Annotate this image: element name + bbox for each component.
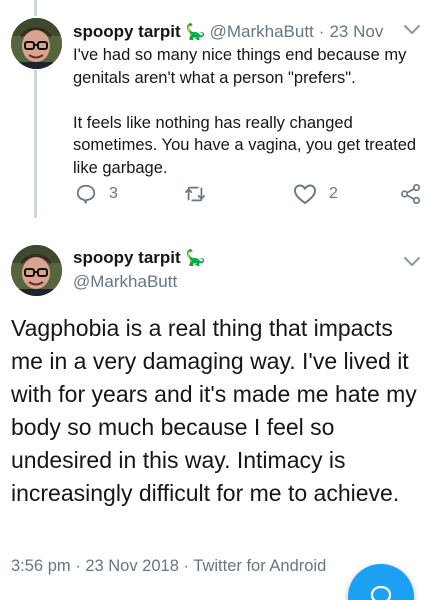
tweet-paragraph: I've had so many nice things end because… <box>73 46 407 87</box>
tweet-actions: 3 2 <box>73 183 423 209</box>
like-count: 2 <box>329 185 338 202</box>
user-handle[interactable]: @MarkhaButt <box>210 22 314 42</box>
retweet-button[interactable] <box>183 183 219 205</box>
tweet-text: Vagphobia is a real thing that impacts m… <box>11 315 417 506</box>
tweet-header: spoopy tarpit 🦕 <box>73 248 210 268</box>
chevron-down-icon[interactable] <box>403 20 421 38</box>
tweet-client[interactable]: Twitter for Android <box>193 557 326 575</box>
dinosaur-emoji: 🦕 <box>185 24 206 41</box>
user-handle[interactable]: @MarkhaButt <box>73 272 177 292</box>
display-name[interactable]: spoopy tarpit <box>73 248 181 268</box>
thread-connector <box>34 70 37 218</box>
compose-button[interactable] <box>348 564 414 600</box>
share-icon <box>400 183 422 205</box>
like-button[interactable]: 2 <box>293 183 338 205</box>
tweet-time: 3:56 pm <box>11 557 71 575</box>
avatar[interactable] <box>11 18 62 69</box>
tweet-full-date: 23 Nov 2018 <box>85 557 179 575</box>
avatar[interactable] <box>11 245 62 296</box>
tweet-date[interactable]: 23 Nov <box>329 22 383 42</box>
share-button[interactable] <box>400 183 422 205</box>
tweet-header: spoopy tarpit 🦕 @MarkhaButt · 23 Nov <box>73 20 421 44</box>
reply-button[interactable]: 3 <box>75 183 118 205</box>
meta-separator: · <box>75 557 81 575</box>
header-separator: · <box>318 22 325 41</box>
display-name[interactable]: spoopy tarpit <box>73 22 181 42</box>
retweet-icon <box>183 183 207 205</box>
chevron-down-icon[interactable] <box>403 252 421 270</box>
dinosaur-emoji: 🦕 <box>185 250 206 267</box>
tweet-paragraph: It feels like nothing has really changed… <box>73 113 417 177</box>
reply-count: 3 <box>109 185 118 202</box>
thread-connector-top <box>34 0 37 16</box>
tweet-text: I've had so many nice things end because… <box>73 44 423 179</box>
heart-icon <box>293 183 317 205</box>
meta-separator: · <box>183 557 189 575</box>
tweet-meta: 3:56 pm · 23 Nov 2018 · Twitter for Andr… <box>11 557 326 576</box>
reply-icon <box>75 183 97 205</box>
